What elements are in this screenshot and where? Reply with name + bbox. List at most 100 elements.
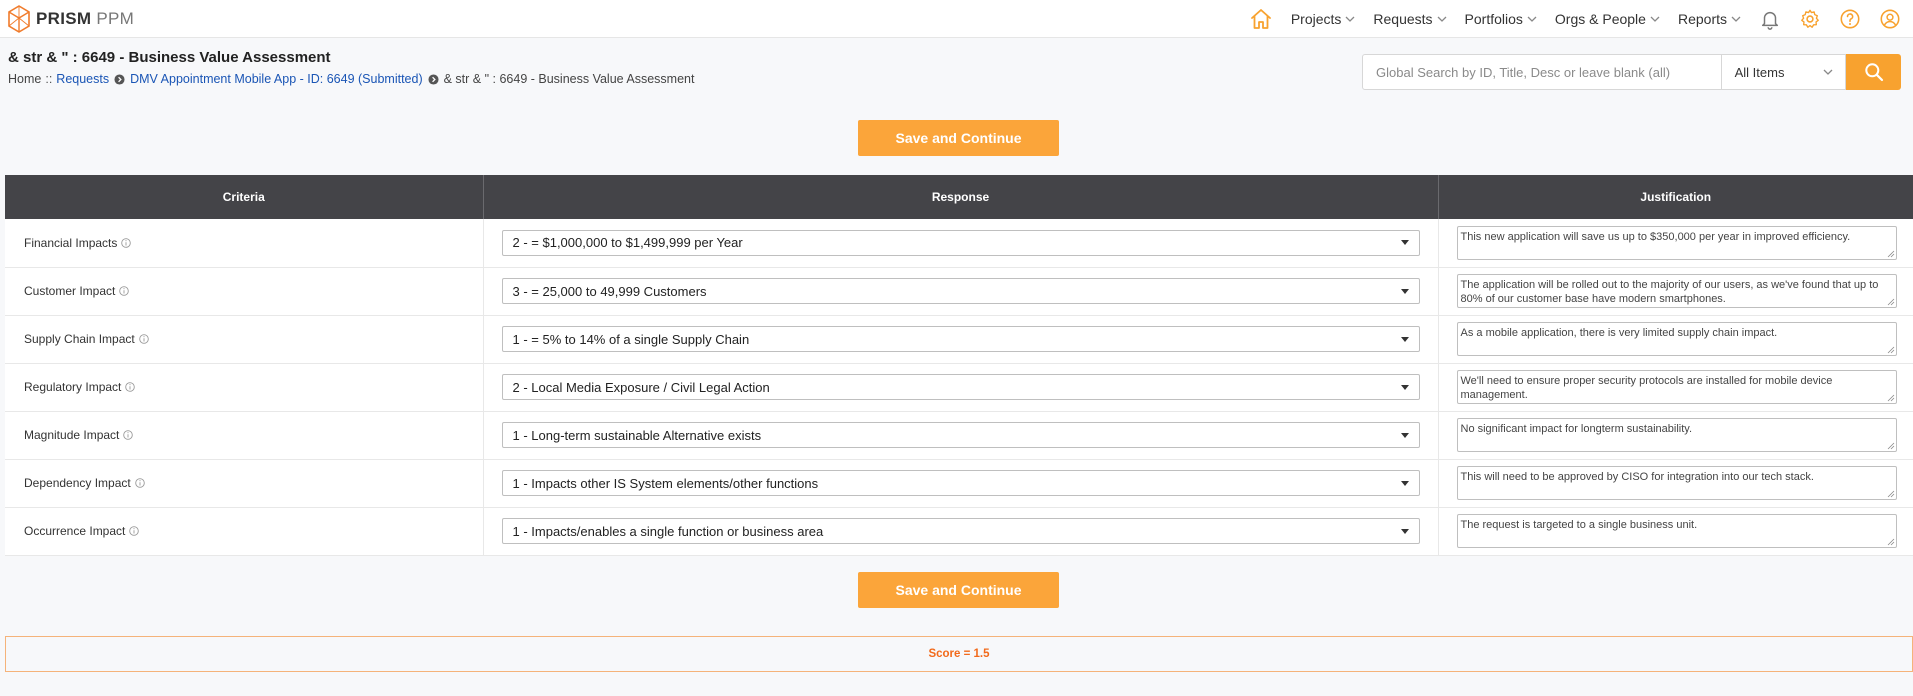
caret-down-icon [1400,240,1409,246]
criteria-label: Dependency Impact [24,476,131,490]
info-icon[interactable] [129,526,140,536]
caret-down-icon [1400,336,1409,342]
info-icon[interactable] [119,286,130,296]
resize-grip-icon[interactable] [1887,538,1895,546]
justification-textarea[interactable]: The request is targeted to a single busi… [1456,514,1897,548]
resize-grip-icon[interactable] [1887,394,1895,402]
response-value: 2 - Local Media Exposure / Civil Legal A… [512,379,770,395]
justification-text: This new application will save us up to … [1460,230,1851,243]
breadcrumb-home[interactable]: Home [8,72,41,86]
chevron-down-icon [1527,16,1537,22]
resize-grip-icon[interactable] [1887,346,1895,354]
justification-header: Justification [1438,175,1913,219]
table-row: Occurrence Impact 1 - Impacts/enables a s… [5,507,1913,556]
justification-text: We'll need to ensure proper security pro… [1460,375,1833,401]
nav-requests[interactable]: Requests [1373,11,1447,27]
gear-icon[interactable] [1799,8,1821,30]
breadcrumb-requests-link[interactable]: Requests [56,72,109,86]
justification-textarea[interactable]: The application will be rolled out to th… [1456,274,1897,308]
bell-icon[interactable] [1759,8,1781,30]
justification-cell: The request is targeted to a single busi… [1438,507,1913,556]
nav-reports[interactable]: Reports [1678,11,1741,27]
justification-textarea[interactable]: We'll need to ensure proper security pro… [1456,370,1897,404]
response-select[interactable]: 1 - Impacts other IS System elements/oth… [501,470,1420,496]
chevron-down-icon [1731,16,1741,22]
caret-down-icon [1400,480,1409,486]
app-logo[interactable]: PRISM PPM [8,4,134,34]
justification-textarea[interactable]: This will need to be approved by CISO fo… [1456,466,1897,500]
response-select[interactable]: 3 - = 25,000 to 49,999 Customers [501,278,1420,304]
table-header-row: Criteria Response Justification [5,175,1913,219]
response-value: 1 - = 5% to 14% of a single Supply Chain [512,331,750,347]
response-cell: 1 - = 5% to 14% of a single Supply Chain [483,315,1439,364]
nav-projects[interactable]: Projects [1291,11,1356,27]
caret-down-icon [1400,384,1409,390]
save-continue-button-top[interactable]: Save and Continue [858,120,1059,156]
home-icon[interactable] [1249,7,1273,31]
chevron-down-icon [1437,16,1447,22]
response-select[interactable]: 1 - = 5% to 14% of a single Supply Chain [501,326,1420,352]
chevron-down-icon [1650,16,1660,22]
breadcrumb-separator: :: [45,72,53,86]
criteria-cell: Financial Impacts [5,219,484,268]
chevron-down-icon [1823,69,1833,75]
response-select[interactable]: 1 - Impacts/enables a single function or… [501,518,1420,544]
caret-down-icon [1400,288,1409,294]
search-scope-value: All Items [1734,64,1785,80]
caret-down-icon [1400,528,1409,534]
page-title: & str & " : 6649 - Business Value Assess… [8,49,331,66]
search-input[interactable] [1362,54,1722,90]
breadcrumb-current: & str & " : 6649 - Business Value Assess… [443,72,695,86]
criteria-cell: Regulatory Impact [5,363,484,412]
justification-textarea[interactable]: As a mobile application, there is very l… [1456,322,1897,356]
resize-grip-icon[interactable] [1887,490,1895,498]
criteria-label: Regulatory Impact [24,380,122,394]
assessment-table: Criteria Response Justification Financia… [5,175,1913,556]
caret-down-icon [1400,432,1409,438]
criteria-label: Occurrence Impact [24,524,126,538]
response-value: 1 - Long-term sustainable Alternative ex… [512,427,762,443]
criteria-cell: Customer Impact [5,267,484,316]
response-select[interactable]: 2 - = $1,000,000 to $1,499,999 per Year [501,229,1420,256]
nav-orgs-people[interactable]: Orgs & People [1555,11,1660,27]
chevron-right-circle-icon [428,73,439,85]
info-icon[interactable] [125,382,136,392]
justification-textarea[interactable]: No significant impact for longterm susta… [1456,418,1897,452]
table-row: Magnitude Impact 1 - Long-term sustainabl… [5,411,1913,460]
search-scope-select[interactable]: All Items [1721,54,1847,90]
help-icon[interactable] [1839,8,1861,30]
info-icon[interactable] [134,478,145,488]
response-header: Response [483,175,1439,219]
global-search: All Items [1362,54,1901,90]
justification-text: This will need to be approved by CISO fo… [1460,471,1814,483]
response-cell: 1 - Impacts other IS System elements/oth… [483,459,1439,508]
search-button[interactable] [1846,54,1901,90]
info-icon[interactable] [138,334,149,344]
info-icon[interactable] [121,237,132,248]
criteria-cell: Supply Chain Impact [5,315,484,364]
table-row: Dependency Impact 1 - Impacts other IS Sy… [5,459,1913,508]
criteria-label: Customer Impact [24,284,116,298]
response-select[interactable]: 2 - Local Media Exposure / Civil Legal A… [501,374,1420,400]
save-continue-button-bottom[interactable]: Save and Continue [858,572,1059,608]
info-icon[interactable] [123,430,134,440]
resize-grip-icon[interactable] [1887,442,1895,450]
main-nav: Projects Requests Portfolios Orgs & Peop… [1249,0,1913,38]
justification-text: No significant impact for longterm susta… [1460,423,1693,435]
criteria-label: Supply Chain Impact [24,332,135,346]
resize-grip-icon[interactable] [1887,298,1895,306]
breadcrumb-request-link[interactable]: DMV Appointment Mobile App - ID: 6649 (S… [130,72,423,86]
user-icon[interactable] [1879,8,1901,30]
criteria-cell: Magnitude Impact [5,411,484,460]
table-row: Financial Impacts 2 - = $1,000,000 to $1,… [5,219,1913,268]
criteria-header: Criteria [5,175,484,219]
response-value: 2 - = $1,000,000 to $1,499,999 per Year [512,235,743,251]
prism-logo-icon [8,5,30,33]
justification-textarea[interactable]: This new application will save us up to … [1456,225,1897,260]
nav-portfolios[interactable]: Portfolios [1465,11,1537,27]
resize-grip-icon[interactable] [1887,250,1895,258]
response-select[interactable]: 1 - Long-term sustainable Alternative ex… [501,422,1420,448]
score-display: Score = 1.5 [5,636,1913,672]
app-name: PRISM PPM [36,9,135,28]
justification-text: The request is targeted to a single busi… [1460,519,1698,531]
